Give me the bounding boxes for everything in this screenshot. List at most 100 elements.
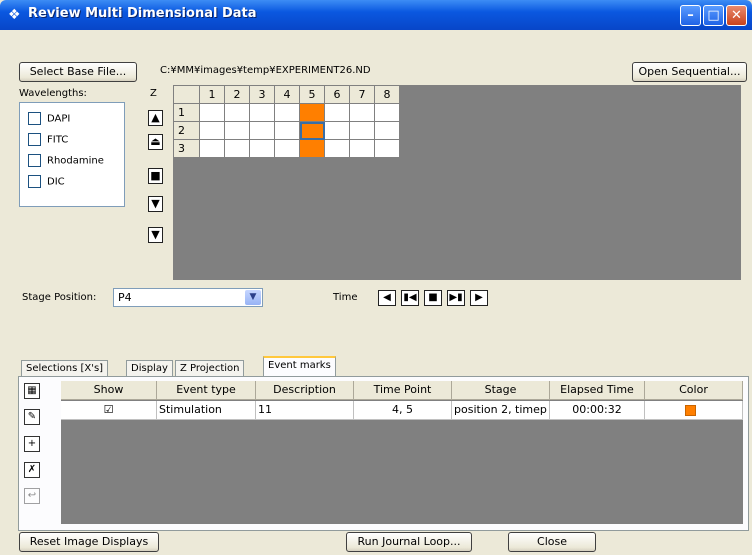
time-next-icon[interactable]: ▶▮: [447, 290, 465, 306]
grid-cell[interactable]: [224, 139, 250, 158]
col-header-time-point[interactable]: Time Point: [354, 381, 452, 400]
event-columns-icon[interactable]: ▦: [24, 383, 40, 399]
event-add-icon[interactable]: +: [24, 436, 40, 452]
tab-display[interactable]: Display: [126, 360, 173, 377]
grid-cell[interactable]: [199, 139, 225, 158]
grid-cell[interactable]: [324, 121, 350, 140]
reset-image-displays-button[interactable]: Reset Image Displays: [19, 532, 159, 552]
grid-cell[interactable]: [224, 121, 250, 140]
col-header-show[interactable]: Show: [61, 381, 157, 400]
grid-cell[interactable]: [374, 121, 400, 140]
grid-corner: [173, 85, 200, 104]
checkbox-icon[interactable]: [28, 175, 41, 188]
tab-z-projection[interactable]: Z Projection: [175, 360, 245, 377]
grid-row-header[interactable]: 1: [173, 103, 200, 122]
close-window-button[interactable]: ✕: [726, 5, 747, 26]
grid-cell[interactable]: [374, 103, 400, 122]
event-delete-icon[interactable]: ✗: [24, 462, 40, 478]
event-description-cell[interactable]: 11: [256, 401, 354, 420]
close-button[interactable]: Close: [508, 532, 596, 552]
event-elapsed-cell[interactable]: 00:00:32: [550, 401, 645, 420]
col-header-color[interactable]: Color: [645, 381, 743, 400]
grid-cell[interactable]: [274, 139, 300, 158]
grid-cell-selected[interactable]: [299, 121, 325, 140]
color-swatch[interactable]: [685, 405, 696, 416]
z-first-icon[interactable]: ▲: [148, 110, 163, 126]
event-table[interactable]: Show Event type Description Time Point S…: [61, 381, 743, 524]
grid-cell[interactable]: [374, 139, 400, 158]
close-icon: ✕: [731, 8, 742, 23]
time-last-icon[interactable]: ▶: [470, 290, 488, 306]
grid-col-header[interactable]: 5: [299, 85, 325, 104]
z-down-icon[interactable]: ▼: [148, 196, 163, 212]
checkbox-icon[interactable]: [28, 133, 41, 146]
time-prev-icon[interactable]: ▮◀: [401, 290, 419, 306]
event-type-cell[interactable]: Stimulation: [157, 401, 256, 420]
review-window: ❖ Review Multi Dimensional Data – □ ✕ Se…: [0, 0, 752, 555]
title-bar[interactable]: ❖ Review Multi Dimensional Data – □ ✕: [0, 0, 752, 30]
wavelength-item-dapi[interactable]: DAPI: [28, 112, 70, 126]
grid-col-header[interactable]: 8: [374, 85, 400, 104]
grid-cell[interactable]: [249, 121, 275, 140]
grid-cell[interactable]: [324, 139, 350, 158]
chevron-down-icon[interactable]: ▼: [245, 290, 261, 305]
wavelengths-label: Wavelengths:: [19, 88, 87, 99]
z-stop-icon[interactable]: ■: [148, 168, 163, 184]
checkbox-icon[interactable]: [28, 112, 41, 125]
z-last-icon[interactable]: ▼: [148, 227, 163, 243]
time-label: Time: [333, 292, 358, 303]
grid-col-header[interactable]: 7: [349, 85, 375, 104]
grid-col-header[interactable]: 4: [274, 85, 300, 104]
grid-cell[interactable]: [249, 139, 275, 158]
time-stop-icon[interactable]: ■: [424, 290, 442, 306]
grid-cell[interactable]: [349, 139, 375, 158]
window-title: Review Multi Dimensional Data: [28, 6, 257, 21]
event-edit-icon[interactable]: ✎: [24, 409, 40, 425]
event-stage-cell[interactable]: position 2, timep: [452, 401, 550, 420]
select-base-file-button[interactable]: Select Base File...: [19, 62, 137, 82]
col-header-description[interactable]: Description: [256, 381, 354, 400]
col-header-elapsed-time[interactable]: Elapsed Time: [550, 381, 645, 400]
maximize-button[interactable]: □: [703, 5, 724, 26]
col-header-stage[interactable]: Stage: [452, 381, 550, 400]
grid-row-header[interactable]: 2: [173, 121, 200, 140]
minimize-icon: –: [687, 8, 694, 23]
run-journal-loop-button[interactable]: Run Journal Loop...: [346, 532, 472, 552]
grid-cell[interactable]: [274, 103, 300, 122]
event-time-point-cell[interactable]: 4, 5: [354, 401, 452, 420]
grid-cell[interactable]: [324, 103, 350, 122]
grid-cell[interactable]: [249, 103, 275, 122]
grid-cell[interactable]: [349, 103, 375, 122]
wavelength-item-fitc[interactable]: FITC: [28, 133, 68, 147]
grid-col-header[interactable]: 3: [249, 85, 275, 104]
time-first-icon[interactable]: ◀: [378, 290, 396, 306]
minimize-button[interactable]: –: [680, 5, 701, 26]
grid-row-header[interactable]: 3: [173, 139, 200, 158]
dimension-table: 1 2 3 4 5 6 7 8 1 2 3: [173, 85, 400, 158]
grid-col-header[interactable]: 1: [199, 85, 225, 104]
grid-col-header[interactable]: 2: [224, 85, 250, 104]
grid-cell[interactable]: [199, 121, 225, 140]
event-color-cell[interactable]: [645, 401, 743, 420]
grid-col-header[interactable]: 6: [324, 85, 350, 104]
grid-cell[interactable]: [274, 121, 300, 140]
open-sequential-button[interactable]: Open Sequential...: [632, 62, 747, 82]
grid-cell[interactable]: [199, 103, 225, 122]
wavelength-item-rhodamine[interactable]: Rhodamine: [28, 154, 104, 168]
grid-cell-highlighted[interactable]: [299, 139, 325, 158]
grid-cell[interactable]: [349, 121, 375, 140]
tab-selections[interactable]: Selections [X's]: [21, 360, 109, 377]
app-logo-icon: ❖: [8, 7, 21, 23]
dimension-grid[interactable]: 1 2 3 4 5 6 7 8 1 2 3: [173, 85, 741, 280]
stage-position-value: P4: [118, 291, 132, 304]
grid-cell[interactable]: [224, 103, 250, 122]
stage-position-select[interactable]: P4 ▼: [113, 288, 263, 307]
event-show-checkbox[interactable]: ☑: [61, 401, 157, 420]
checkbox-icon[interactable]: [28, 154, 41, 167]
table-row[interactable]: ☑ Stimulation 11 4, 5 position 2, timep …: [61, 401, 743, 420]
grid-cell-highlighted[interactable]: [299, 103, 325, 122]
col-header-event-type[interactable]: Event type: [157, 381, 256, 400]
wavelength-item-dic[interactable]: DIC: [28, 175, 65, 189]
z-up-icon[interactable]: ⏏: [148, 134, 163, 150]
stage-position-label: Stage Position:: [22, 292, 97, 303]
